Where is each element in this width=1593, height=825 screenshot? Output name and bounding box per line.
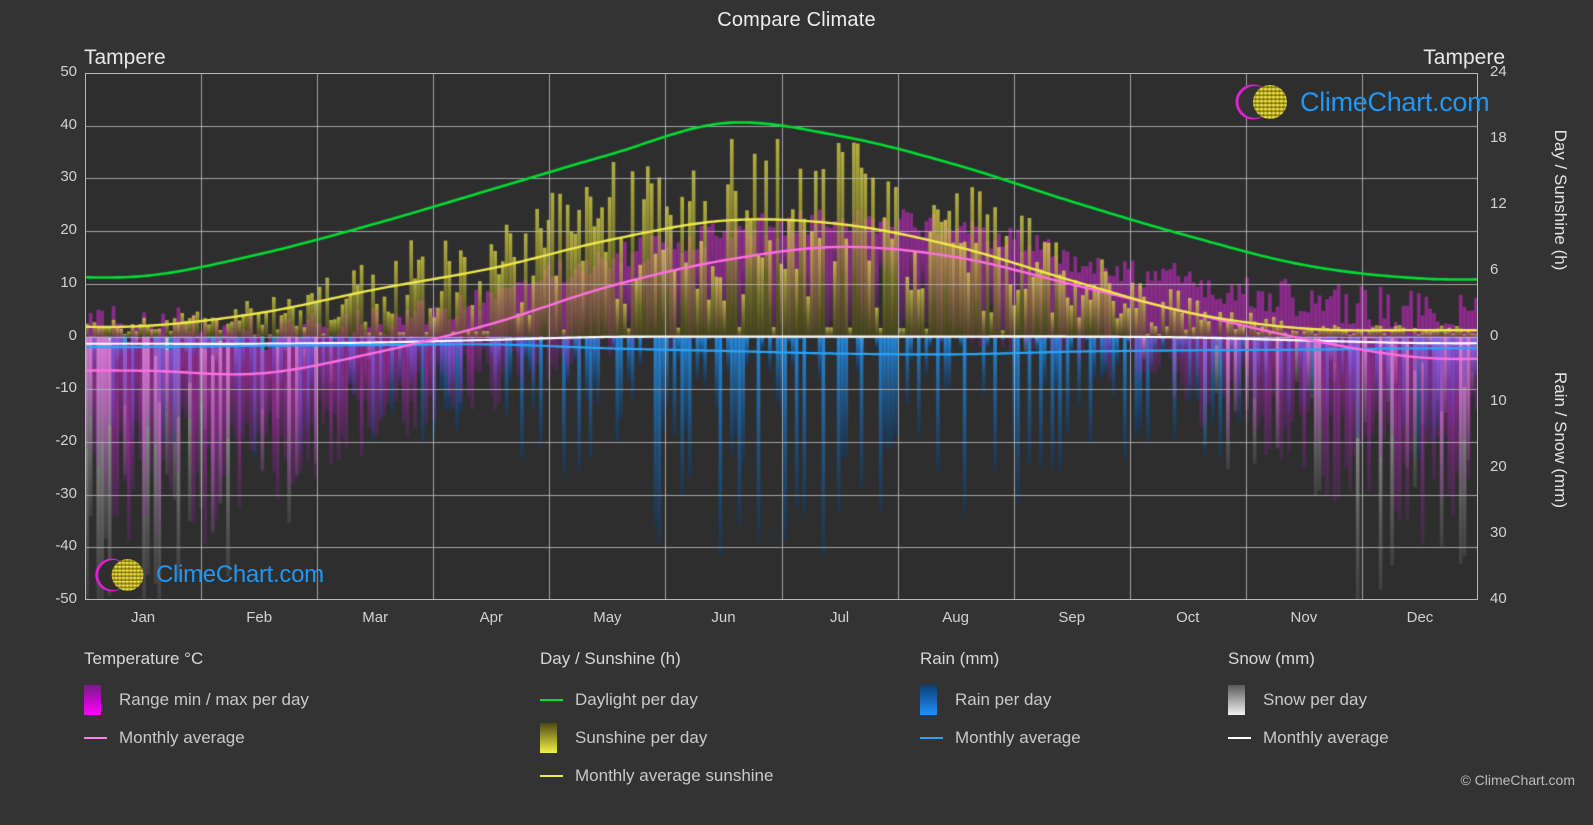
y-tick-label-left: -30 — [55, 484, 77, 502]
climechart-logo-icon — [1235, 84, 1287, 120]
y-tick-label-right-top: 6 — [1490, 260, 1499, 278]
chart-canvas — [85, 73, 1478, 600]
legend-item[interactable]: Monthly average — [920, 719, 1081, 757]
y-tick-label-left: 0 — [68, 326, 77, 344]
legend-item[interactable]: Monthly average sunshine — [540, 757, 773, 795]
y-tick-label-right-top: 0 — [1490, 326, 1499, 344]
legend-item-label: Monthly average — [955, 728, 1081, 747]
y-tick-label-right-top: 24 — [1490, 63, 1507, 80]
legend-item[interactable]: Sunshine per day — [540, 719, 773, 757]
x-tick-label: Apr — [479, 609, 503, 626]
x-tick-label: Jan — [130, 609, 156, 626]
watermark-text-bottom: ClimeChart.com — [156, 561, 324, 588]
legend-item-label: Snow per day — [1263, 690, 1367, 709]
legend: Temperature °C Range min / max per day Mon… — [0, 648, 1593, 808]
x-tick-label: Aug — [942, 609, 969, 626]
y-tick-label-right-top: 18 — [1490, 128, 1507, 146]
legend-swatch-box — [84, 685, 101, 715]
legend-swatch-line — [540, 699, 563, 701]
y-tick-label-left: 30 — [60, 168, 77, 186]
legend-item-label: Monthly average sunshine — [575, 766, 774, 785]
legend-swatch-line — [84, 737, 107, 739]
y-axis-title-right-bottom: Rain / Snow (mm) — [1551, 371, 1570, 509]
legend-item-label: Daylight per day — [575, 690, 698, 709]
x-tick-label: May — [593, 609, 622, 626]
y-tick-label-right-top: 12 — [1490, 194, 1507, 212]
climate-chart-page: Compare Climate Tampere Tampere Temperat… — [0, 0, 1593, 825]
x-tick-label: Jul — [829, 609, 850, 626]
x-tick-label: Mar — [362, 609, 389, 626]
copyright-text: © ClimeChart.com — [1460, 772, 1575, 788]
y-tick-label-right-bottom: 10 — [1490, 392, 1507, 410]
legend-item[interactable]: Monthly average — [84, 719, 309, 757]
city-label-left: Tampere — [84, 46, 166, 69]
x-tick-label: Feb — [246, 609, 273, 626]
y-tick-label-right-bottom: 40 — [1490, 590, 1507, 607]
y-tick-label-left: -40 — [55, 537, 77, 555]
legend-group-title: Temperature °C — [84, 649, 204, 668]
page-title: Compare Climate — [717, 9, 876, 31]
y-tick-label-left: 20 — [60, 221, 77, 239]
y-tick-label-right-bottom: 30 — [1490, 524, 1507, 542]
x-tick-label: Nov — [1290, 609, 1318, 626]
x-tick-label: Dec — [1406, 609, 1434, 626]
x-tick-label: Sep — [1058, 609, 1086, 626]
legend-swatch-line — [1228, 737, 1251, 739]
x-tick-label: Jun — [711, 609, 736, 626]
climechart-logo-icon-2 — [95, 558, 144, 592]
y-tick-label-left: -10 — [55, 379, 77, 397]
x-tick-label: Oct — [1176, 609, 1200, 626]
legend-swatch-box — [920, 685, 937, 715]
legend-swatch-box — [1228, 685, 1245, 715]
legend-swatch-line — [920, 737, 943, 739]
y-tick-label-right-bottom: 20 — [1490, 458, 1507, 476]
legend-item[interactable]: Monthly average — [1228, 719, 1389, 757]
legend-group: Rain (mm) Rain per day Monthly average — [920, 648, 1081, 757]
legend-swatch-line — [540, 775, 563, 777]
legend-group-title: Day / Sunshine (h) — [540, 649, 681, 668]
legend-group-title: Rain (mm) — [920, 649, 1000, 668]
legend-swatch-box — [540, 723, 557, 753]
y-tick-label-left: -50 — [55, 590, 77, 607]
y-tick-label-left: 50 — [60, 63, 77, 80]
legend-item-label: Monthly average — [1263, 728, 1389, 747]
legend-item[interactable]: Daylight per day — [540, 681, 773, 719]
watermark-logo-top: ClimeChart.com — [1232, 79, 1490, 125]
legend-item-label: Monthly average — [119, 728, 245, 747]
plot-area — [85, 73, 1478, 600]
legend-group: Day / Sunshine (h) Daylight per day Sunshi… — [540, 648, 773, 795]
watermark-logo-bottom: ClimeChart.com — [92, 553, 324, 597]
legend-item-label: Range min / max per day — [119, 690, 309, 709]
legend-group: Snow (mm) Snow per day Monthly average — [1228, 648, 1389, 757]
y-tick-label-left: 10 — [60, 273, 77, 291]
y-tick-label-left: -20 — [55, 431, 77, 449]
legend-item[interactable]: Snow per day — [1228, 681, 1389, 719]
legend-item[interactable]: Rain per day — [920, 681, 1081, 719]
legend-item-label: Rain per day — [955, 690, 1052, 709]
legend-group: Temperature °C Range min / max per day Mon… — [84, 648, 309, 757]
y-tick-label-left: 40 — [60, 115, 77, 133]
legend-item-label: Sunshine per day — [575, 728, 708, 747]
legend-group-title: Snow (mm) — [1228, 649, 1315, 668]
legend-item[interactable]: Range min / max per day — [84, 681, 309, 719]
y-axis-title-right-top: Day / Sunshine (h) — [1551, 129, 1570, 271]
watermark-text-top: ClimeChart.com — [1300, 86, 1490, 117]
